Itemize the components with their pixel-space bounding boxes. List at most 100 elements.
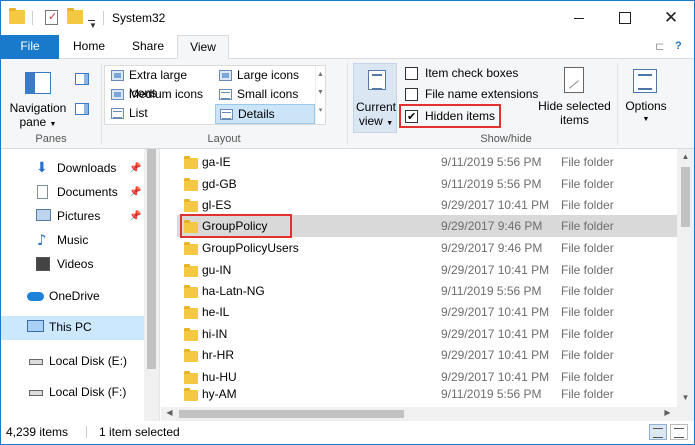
document-icon [37, 185, 48, 199]
help-icon[interactable]: ? [675, 40, 682, 52]
file-date: 9/11/2019 5:56 PM [441, 284, 542, 298]
extra-large-icons-icon [111, 70, 124, 81]
layout-label: Details [238, 107, 275, 121]
file-row[interactable]: gd-GB 9/11/2019 5:56 PM File folder [177, 173, 677, 195]
drive-icon [29, 359, 43, 365]
scroll-left-icon[interactable]: ◀ [161, 408, 178, 417]
folder-icon [9, 8, 25, 24]
close-button[interactable]: ✕ [648, 1, 694, 35]
file-name: he-IL [202, 305, 230, 319]
pin-icon[interactable]: 📌 [129, 158, 141, 180]
file-row[interactable]: gl-ES 9/29/2017 10:41 PM File folder [177, 194, 677, 216]
navigation-pane-button[interactable]: Navigation pane ▼ [5, 61, 71, 129]
file-row[interactable]: gu-IN 9/29/2017 10:41 PM File folder [177, 259, 677, 281]
tab-share[interactable]: Share [119, 35, 177, 59]
folder-icon [184, 328, 198, 341]
file-name: hi-IN [202, 327, 228, 341]
pin-icon[interactable]: 📌 [129, 206, 141, 228]
file-type: File folder [561, 177, 614, 191]
nav-item-onedrive[interactable]: OneDrive [1, 285, 144, 309]
nav-scrollbar-thumb[interactable] [147, 149, 156, 369]
item-check-boxes-checkbox[interactable] [405, 67, 418, 80]
file-row[interactable]: hy-AM 9/11/2019 5:56 PM File folder [177, 383, 677, 405]
hide-selected-icon [564, 67, 584, 93]
nav-item-downloads[interactable]: ⬇ Downloads 📌 [1, 157, 144, 181]
vertical-scrollbar-thumb[interactable] [681, 167, 690, 227]
tab-file[interactable]: File [1, 35, 59, 59]
file-row[interactable]: hr-HR 9/29/2017 10:41 PM File folder [177, 344, 677, 366]
navigation-pane-icon [25, 72, 51, 94]
file-name: ha-Latn-NG [202, 284, 265, 298]
nav-item-music[interactable]: ♪ Music [1, 229, 144, 253]
horizontal-scrollbar-thumb[interactable] [179, 410, 404, 418]
file-row[interactable]: ha-Latn-NG 9/11/2019 5:56 PM File folder [177, 280, 677, 302]
group-label-panes: Panes [35, 133, 67, 145]
nav-item-documents[interactable]: Documents 📌 [1, 181, 144, 205]
group-separator [347, 63, 348, 145]
nav-label: Local Disk (E:) [49, 354, 128, 368]
toolbar-separator [103, 11, 104, 25]
new-folder-icon[interactable] [67, 8, 83, 24]
large-icons-view-toggle-icon[interactable] [670, 424, 688, 440]
layout-small-icons[interactable]: Small icons [215, 85, 315, 105]
file-date: 9/29/2017 10:41 PM [441, 263, 550, 277]
file-type: File folder [561, 198, 614, 212]
options-button[interactable]: Options ▼ [621, 99, 671, 127]
layout-label: Large icons [237, 68, 300, 82]
nav-item-pictures[interactable]: Pictures 📌 [1, 205, 144, 229]
folder-icon [184, 199, 198, 212]
details-view-toggle-icon[interactable] [649, 424, 667, 440]
scroll-down-icon[interactable]: ▼ [677, 393, 694, 402]
layout-medium-icons[interactable]: Medium icons [107, 85, 212, 105]
nav-item-local-disk-e[interactable]: Local Disk (E:) [1, 350, 144, 374]
nav-scrollbar[interactable] [144, 149, 159, 421]
properties-icon[interactable]: ✓ [45, 10, 58, 25]
minimize-button[interactable] [556, 1, 602, 35]
large-icons-icon [219, 70, 232, 81]
file-name: gd-GB [202, 177, 237, 191]
folder-icon [184, 306, 198, 319]
layout-details[interactable]: Details [215, 104, 315, 124]
maximize-button[interactable] [602, 1, 648, 35]
layout-large-icons[interactable]: Large icons [215, 66, 315, 86]
customize-dropdown-icon[interactable]: ▼ [89, 21, 97, 30]
hide-selected-items-button[interactable]: Hide selected items [537, 99, 612, 127]
file-row[interactable]: ga-IE 9/11/2019 5:56 PM File folder [177, 151, 677, 173]
item-check-boxes-toggle[interactable]: Item check boxes [405, 65, 518, 83]
hidden-items-highlight-box [399, 104, 501, 128]
navigation-pane-label-2: pane ▼ [19, 115, 57, 129]
scroll-up-icon[interactable]: ▲ [677, 152, 694, 161]
file-date: 9/29/2017 10:41 PM [441, 305, 550, 319]
layout-extra-large-icons[interactable]: Extra large icons [107, 66, 212, 100]
details-pane-icon[interactable] [75, 103, 89, 115]
options-icon [633, 69, 657, 93]
layout-list[interactable]: List [107, 104, 212, 124]
folder-icon [184, 156, 198, 169]
pin-icon[interactable]: 📌 [129, 182, 141, 204]
selected-count: 1 item selected [99, 425, 180, 439]
preview-pane-icon[interactable] [75, 73, 89, 85]
drive-icon [29, 390, 43, 396]
layout-gallery-scroll[interactable]: ▲ ▼ ▾ [315, 66, 325, 124]
file-name-extensions-toggle[interactable]: File name extensions [405, 86, 538, 104]
explorer-window: ✓ ▼ System32 ✕ File Home Share View ⊏ ? … [0, 0, 695, 445]
navigation-pane: ⬇ Downloads 📌 Documents 📌 Pictures 📌 ♪ M… [1, 149, 160, 421]
minimize-ribbon-icon[interactable]: ⊏ [655, 40, 664, 53]
file-row[interactable]: hi-IN 9/29/2017 10:41 PM File folder [177, 323, 677, 345]
file-list-vertical-scrollbar[interactable]: ▲ ▼ [677, 149, 694, 407]
file-list-horizontal-scrollbar[interactable]: ◀ ▶ [161, 407, 694, 421]
file-row[interactable]: he-IL 9/29/2017 10:41 PM File folder [177, 301, 677, 323]
layout-label: Medium icons [129, 87, 204, 101]
nav-item-videos[interactable]: Videos [1, 253, 144, 277]
nav-item-this-pc[interactable]: This PC [1, 316, 144, 340]
file-name-extensions-checkbox[interactable] [405, 88, 418, 101]
download-arrow-icon: ⬇ [36, 160, 48, 176]
current-view-button[interactable]: Current view ▼ [353, 63, 397, 133]
tab-view[interactable]: View [177, 35, 229, 60]
toolbar-separator [32, 11, 33, 25]
nav-item-local-disk-f[interactable]: Local Disk (F:) [1, 381, 144, 405]
file-type: File folder [561, 348, 614, 362]
scroll-right-icon[interactable]: ▶ [659, 408, 676, 417]
file-row[interactable]: GroupPolicyUsers 9/29/2017 9:46 PM File … [177, 237, 677, 259]
tab-home[interactable]: Home [59, 35, 119, 59]
